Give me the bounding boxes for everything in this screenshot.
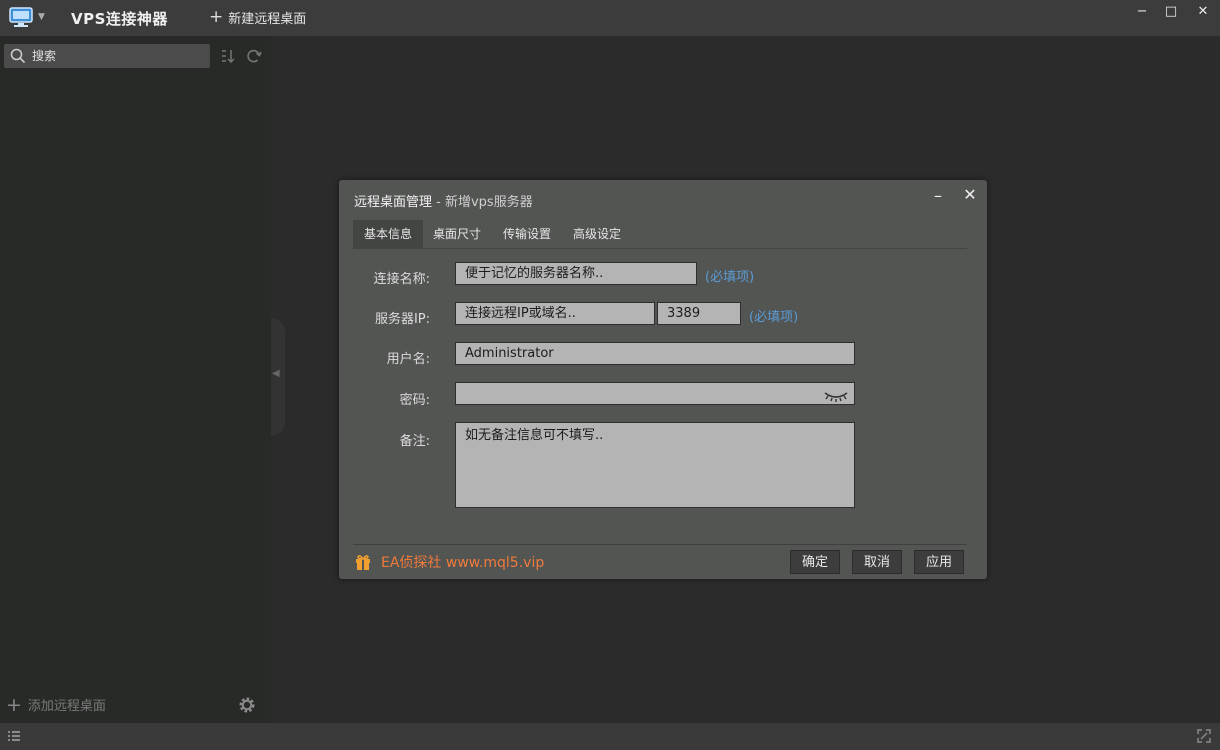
expand-icon[interactable] — [1196, 728, 1212, 744]
close-button[interactable]: ✕ — [1192, 4, 1214, 22]
dialog-close-button[interactable]: ✕ — [961, 185, 979, 205]
dialog-title-main: 远程桌面管理 — [354, 195, 433, 210]
add-remote-desktop-label: 添加远程桌面 — [27, 699, 106, 714]
connection-name-label: 连接名称: — [373, 272, 430, 287]
tab-advanced-settings[interactable]: 高级设定 — [563, 220, 631, 248]
ok-button[interactable]: 确定 — [790, 550, 840, 574]
dialog-tabs: 基本信息 桌面尺寸 传输设置 高级设定 — [353, 220, 967, 249]
search-icon — [10, 48, 26, 64]
tab-transfer-settings[interactable]: 传输设置 — [493, 220, 561, 248]
sort-icon[interactable] — [219, 47, 237, 65]
chevron-left-icon: ◀ — [272, 368, 280, 379]
dialog-minimize-button[interactable]: – — [930, 186, 946, 206]
title-bar: ▼ VPS连接神器 + 新建远程桌面 − □ ✕ — [0, 0, 1220, 36]
plus-icon: + — [209, 7, 224, 27]
remote-desktop-dialog: 远程桌面管理 - 新增vps服务器 – ✕ 基本信息 桌面尺寸 传输设置 高级设… — [339, 180, 987, 579]
cancel-button[interactable]: 取消 — [852, 550, 902, 574]
password-label: 密码: — [399, 393, 430, 408]
password-input[interactable] — [455, 382, 855, 405]
monitor-logo-icon[interactable] — [8, 6, 34, 28]
maximize-button[interactable]: □ — [1160, 4, 1182, 22]
sidebar-footer: + 添加远程桌面 — [0, 687, 271, 723]
tab-basic-info[interactable]: 基本信息 — [353, 220, 423, 248]
search-box[interactable] — [4, 44, 210, 68]
gear-icon[interactable] — [237, 695, 257, 715]
dialog-subtitle: 新增vps服务器 — [444, 195, 533, 210]
app-title: VPS连接神器 — [71, 10, 168, 28]
chevron-down-icon[interactable]: ▼ — [38, 12, 45, 22]
sidebar: + 添加远程桌面 — [0, 36, 271, 723]
minimize-button[interactable]: − — [1131, 4, 1153, 22]
username-input[interactable] — [455, 342, 855, 365]
refresh-icon[interactable] — [245, 47, 263, 65]
list-icon[interactable] — [7, 729, 21, 743]
dialog-title: 远程桌面管理 - 新增vps服务器 — [354, 191, 533, 210]
apply-button[interactable]: 应用 — [914, 550, 964, 574]
dialog-title-separator: - — [432, 195, 445, 210]
new-remote-desktop-button[interactable]: + 新建远程桌面 — [209, 7, 307, 28]
note-textarea[interactable] — [455, 422, 855, 508]
tab-desktop-size[interactable]: 桌面尺寸 — [423, 220, 491, 248]
plus-icon: + — [6, 693, 22, 716]
new-remote-desktop-label: 新建远程桌面 — [228, 12, 307, 27]
username-label: 用户名: — [386, 352, 430, 367]
server-ip-input[interactable] — [455, 302, 655, 325]
status-bar — [0, 723, 1220, 750]
search-input[interactable] — [30, 48, 194, 64]
required-hint-server: (必填项) — [749, 310, 799, 325]
note-label: 备注: — [399, 434, 430, 449]
eye-closed-icon[interactable] — [823, 389, 849, 403]
server-ip-label: 服务器IP: — [374, 312, 430, 327]
connection-name-input[interactable] — [455, 262, 697, 285]
sidebar-collapse-handle[interactable]: ◀ — [271, 318, 285, 436]
required-hint-name: (必填项) — [705, 270, 755, 285]
add-remote-desktop-button[interactable]: + 添加远程桌面 — [6, 695, 106, 714]
port-input[interactable] — [657, 302, 741, 325]
